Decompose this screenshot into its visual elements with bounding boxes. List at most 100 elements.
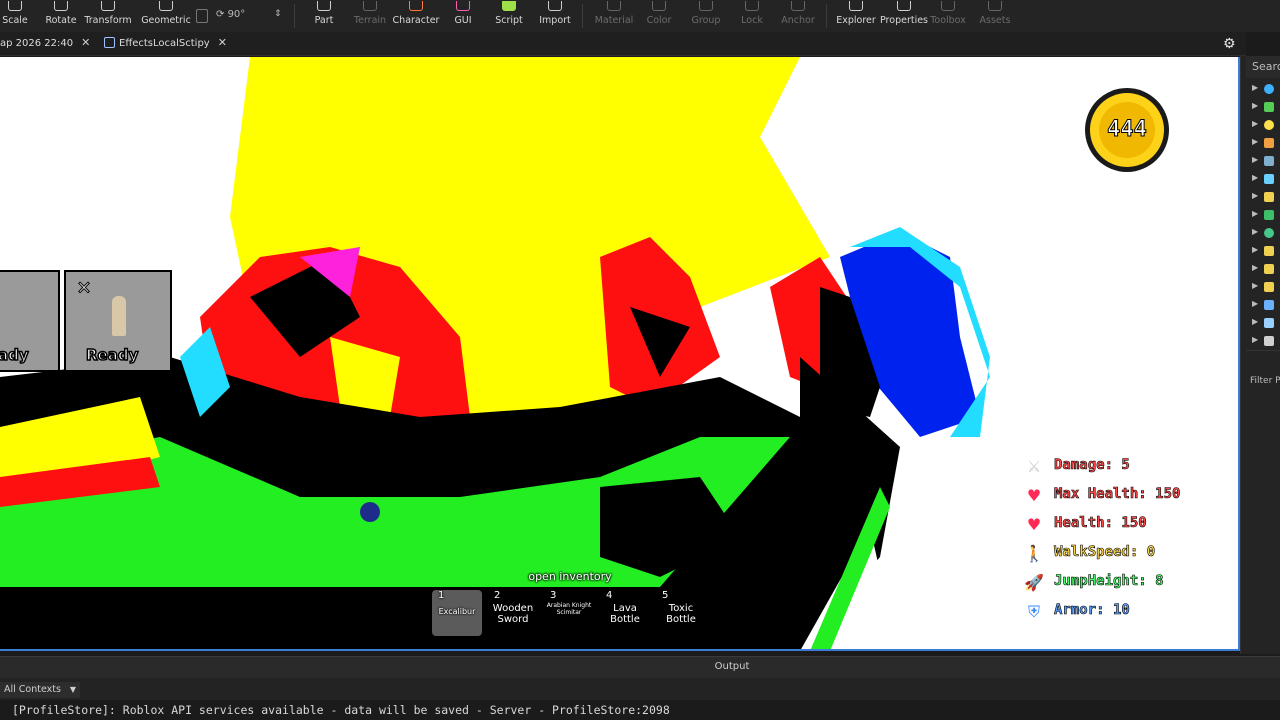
chevron-right-icon[interactable]: ▶ <box>1252 281 1258 290</box>
terrain-tool[interactable]: Terrain <box>352 0 388 32</box>
lock-icon <box>745 1 759 11</box>
players-icon <box>1264 102 1274 112</box>
tree-row[interactable]: ▶ <box>1252 136 1280 150</box>
chevron-right-icon[interactable]: ▶ <box>1252 155 1258 164</box>
document-tabs: ap 2026 22:40 ✕ EffectsLocalSctipy ✕ <box>0 32 1246 56</box>
hotbar-slot-2[interactable]: 2 Wooden Sword <box>488 590 538 636</box>
material-tool[interactable]: Material <box>594 0 634 32</box>
properties-filter-input[interactable]: Filter P <box>1250 376 1280 386</box>
chevron-right-icon[interactable]: ▶ <box>1252 245 1258 254</box>
chevron-right-icon[interactable]: ▶ <box>1252 119 1258 128</box>
player-stats-panel: ⚔ Damage: 5 ♥ Max Health: 150 ♥ Health: … <box>1020 454 1238 628</box>
tree-row[interactable]: ▶ <box>1252 208 1280 222</box>
folder-icon <box>1264 264 1274 274</box>
ribbon-separator <box>294 4 295 28</box>
snap-checkbox[interactable] <box>196 9 208 23</box>
rotate-icon <box>54 1 68 11</box>
output-title: Output <box>714 661 750 672</box>
lighting-icon <box>1264 120 1274 130</box>
scale-tool[interactable]: Scale <box>2 0 28 32</box>
chevron-right-icon[interactable]: ▶ <box>1252 209 1258 218</box>
chevron-right-icon[interactable]: ▶ <box>1252 299 1258 308</box>
part-tool[interactable]: Part <box>308 0 340 32</box>
tree-row[interactable]: ▶ <box>1252 118 1280 132</box>
tree-row[interactable]: ▶ <box>1252 298 1280 312</box>
transform-tool[interactable]: Transform <box>84 0 132 32</box>
tab-place[interactable]: ap 2026 22:40 ✕ <box>0 32 90 56</box>
chevron-right-icon[interactable]: ▶ <box>1252 101 1258 110</box>
hotbar-slot-3[interactable]: 3 Arabian Knight Scimitar <box>544 590 594 636</box>
chat-icon <box>1264 318 1274 328</box>
script-tool[interactable]: Script <box>494 0 524 32</box>
rotate-tool[interactable]: Rotate <box>45 0 77 32</box>
explorer-tool[interactable]: Explorer <box>836 0 876 32</box>
lock-tool[interactable]: Lock <box>738 0 766 32</box>
studio-window: Scale Rotate Transform Geometric ⟳ 90° ⇕ … <box>0 0 1280 720</box>
properties-tool[interactable]: Properties <box>880 0 928 32</box>
stat-health: ♥ Health: 150 <box>1020 512 1238 541</box>
ability-slot[interactable]: ady <box>0 270 60 372</box>
tree-row[interactable]: ▶ <box>1252 316 1280 330</box>
explorer-search-input[interactable]: Searc <box>1246 56 1280 78</box>
script-tab-icon <box>104 37 115 48</box>
chevron-right-icon[interactable]: ▶ <box>1252 335 1258 344</box>
assets-tool[interactable]: Assets <box>978 0 1012 32</box>
chevron-right-icon[interactable]: ▶ <box>1252 173 1258 182</box>
chevron-right-icon[interactable]: ▶ <box>1252 263 1258 272</box>
tree-row[interactable]: ▶ <box>1252 82 1280 96</box>
replicated-storage-icon <box>1264 174 1274 184</box>
chevron-right-icon[interactable]: ▶ <box>1252 317 1258 326</box>
slot-status-label: Ready <box>85 345 139 365</box>
group-tool[interactable]: Group <box>690 0 722 32</box>
tab-effects-script[interactable]: EffectsLocalSctipy ✕ <box>104 32 227 56</box>
context-dropdown[interactable]: All Contexts ▼ <box>0 682 80 698</box>
slot-status-label: ady <box>0 345 29 365</box>
rotate-angle-field[interactable]: ⟳ 90° ⇕ <box>216 9 286 25</box>
hotbar-slot-1[interactable]: 1 Excalibur <box>432 590 482 636</box>
geometric-icon <box>159 1 173 11</box>
tree-row[interactable]: ▶ <box>1252 172 1280 186</box>
tree-row[interactable]: ▶ <box>1252 226 1280 240</box>
network-icon <box>1264 156 1274 166</box>
tree-row[interactable]: ▶ <box>1252 154 1280 168</box>
properties-icon <box>897 1 911 11</box>
ability-slot[interactable]: ✕ Ready <box>64 270 172 372</box>
tree-row[interactable]: ▶ <box>1252 190 1280 204</box>
tree-row[interactable]: ▶ <box>1252 100 1280 114</box>
color-icon <box>652 1 666 11</box>
close-icon[interactable]: ✕ <box>74 279 94 300</box>
folder-icon <box>1264 282 1274 292</box>
open-inventory-button[interactable]: open inventory <box>520 570 620 583</box>
tree-row[interactable]: ▶ <box>1252 244 1280 258</box>
part-icon <box>317 1 331 11</box>
toolbox-tool[interactable]: Toolbox <box>930 0 966 32</box>
stepper-icon[interactable]: ⇕ <box>274 9 282 19</box>
import-icon <box>548 1 562 11</box>
close-icon[interactable]: ✕ <box>81 36 90 49</box>
chevron-right-icon[interactable]: ▶ <box>1252 227 1258 236</box>
explorer-icon <box>849 1 863 11</box>
character-tool[interactable]: Character <box>393 0 439 32</box>
rocket-icon: 🚀 <box>1024 573 1044 592</box>
chevron-right-icon[interactable]: ▶ <box>1252 137 1258 146</box>
chevron-right-icon[interactable]: ▶ <box>1252 191 1258 200</box>
hotbar-slot-4[interactable]: 4 Lava Bottle <box>600 590 650 636</box>
stat-jumpheight: 🚀 JumpHeight: 8 <box>1024 573 1164 592</box>
anchor-tool[interactable]: Anchor <box>780 0 816 32</box>
chevron-right-icon[interactable]: ▶ <box>1252 83 1258 92</box>
color-tool[interactable]: Color <box>644 0 674 32</box>
heart-icon: ♥ <box>1026 515 1042 534</box>
tree-row[interactable]: ▶ <box>1252 334 1280 348</box>
gear-icon[interactable]: ⚙ <box>1223 36 1236 52</box>
geometric-tool[interactable]: Geometric <box>141 0 191 32</box>
game-viewport[interactable]: 444 ady ✕ Ready ⚔ Damage: 5 ♥ Max Health… <box>0 57 1240 651</box>
stat-walkspeed: 🚶 WalkSpeed: 0 <box>1024 544 1156 563</box>
tree-row[interactable]: ▶ <box>1252 280 1280 294</box>
gui-tool[interactable]: GUI <box>450 0 476 32</box>
import-tool[interactable]: Import <box>538 0 572 32</box>
close-icon[interactable]: ✕ <box>218 36 227 49</box>
stat-max-health: ♥ Max Health: 150 <box>1020 483 1238 512</box>
tree-row[interactable]: ▶ <box>1252 262 1280 276</box>
hotbar-slot-5[interactable]: 5 Toxic Bottle <box>656 590 706 636</box>
group-icon <box>699 1 713 11</box>
